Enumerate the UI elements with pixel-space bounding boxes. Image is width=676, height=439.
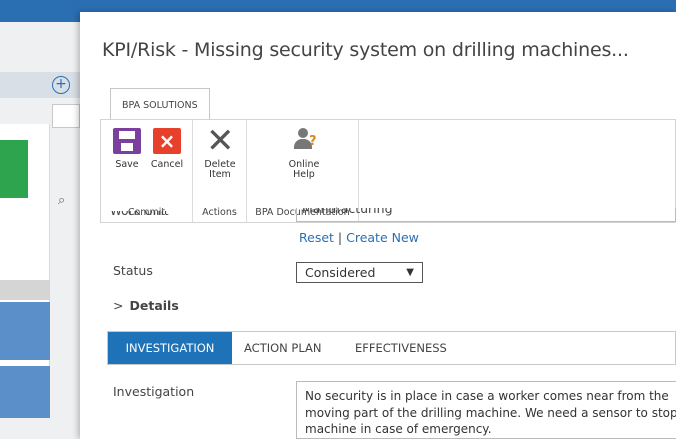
save-button[interactable]: Save: [111, 128, 143, 170]
ribbon-group-actions: ✕ Delete Item Actions: [193, 120, 247, 222]
cancel-button[interactable]: × Cancel: [147, 128, 187, 170]
create-new-link[interactable]: Create New: [346, 230, 419, 245]
help-user-icon: ?: [290, 128, 318, 154]
link-separator: |: [337, 230, 343, 245]
status-label: Status: [113, 263, 153, 278]
ribbon-group-commit: Save × Cancel Commit: [101, 120, 193, 222]
tab-effectiveness[interactable]: EFFECTIVENESS: [355, 332, 447, 364]
tab-action-plan[interactable]: ACTION PLAN: [244, 332, 322, 364]
chevron-right-icon: >: [113, 298, 124, 313]
blue-tile-2[interactable]: [0, 366, 50, 418]
blue-tile-1[interactable]: [0, 302, 50, 360]
work-unit-field[interactable]: Manufacturing: [296, 208, 676, 222]
help-label-line2: Help: [293, 169, 315, 180]
reset-link[interactable]: Reset: [299, 230, 334, 245]
dialog-title: KPI/Risk - Missing security system on dr…: [102, 39, 629, 61]
details-label: Details: [129, 298, 179, 313]
item-dialog: KPI/Risk - Missing security system on dr…: [80, 12, 676, 439]
cancel-icon: ×: [153, 128, 181, 154]
delete-item-button[interactable]: ✕ Delete Item: [199, 121, 241, 180]
view-dropdown[interactable]: [52, 104, 121, 225]
green-tile[interactable]: [0, 140, 28, 198]
delete-label-line2: Item: [209, 169, 231, 180]
online-help-button[interactable]: ? Online Help: [283, 128, 325, 180]
section-tabs: INVESTIGATION ACTION PLAN EFFECTIVENESS: [107, 331, 676, 365]
group-label-actions: Actions: [202, 207, 237, 218]
grey-row: [0, 280, 50, 300]
status-select[interactable]: Considered ▼: [296, 262, 423, 283]
search-icon[interactable]: ⌕: [58, 193, 65, 208]
status-value: Considered: [305, 265, 376, 280]
investigation-label: Investigation: [113, 384, 195, 399]
cancel-label: Cancel: [150, 159, 184, 170]
save-icon: [113, 128, 141, 154]
investigation-textarea[interactable]: No security is in place in case a worker…: [296, 381, 676, 439]
tab-investigation[interactable]: INVESTIGATION: [108, 332, 232, 364]
dropdown-arrow-icon: ▼: [406, 267, 414, 278]
details-toggle[interactable]: > Details: [113, 298, 179, 313]
save-label: Save: [115, 159, 139, 170]
add-circle-icon[interactable]: +: [52, 76, 70, 94]
ribbon-group-documentation: ? Online Help BPA Documentation: [247, 120, 359, 222]
work-unit-links: Reset | Create New: [299, 230, 419, 245]
delete-icon: ✕: [206, 121, 235, 161]
